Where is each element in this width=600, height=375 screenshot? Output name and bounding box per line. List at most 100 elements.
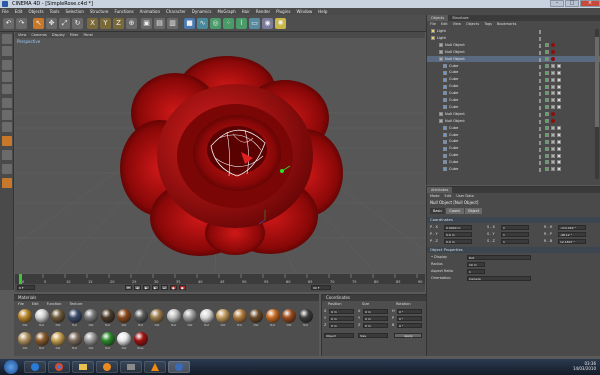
object-row[interactable]: Cube xyxy=(427,63,600,70)
object-row[interactable]: Cube xyxy=(427,83,600,90)
phong-tag-icon[interactable] xyxy=(551,91,555,96)
coordinate-system-icon[interactable]: ⊕ xyxy=(126,18,137,29)
rotate-icon[interactable]: ↻ xyxy=(72,18,83,29)
go-to-start-button[interactable]: ⏮ xyxy=(125,285,132,290)
object-row[interactable]: Null Object xyxy=(427,111,600,118)
enabled-check-icon[interactable] xyxy=(545,63,549,68)
array-icon[interactable]: ⁘ xyxy=(223,18,234,29)
polygons-tool-icon[interactable] xyxy=(2,122,12,132)
attribute-menu-user-data[interactable]: User Data xyxy=(456,194,473,198)
enabled-check-icon[interactable] xyxy=(545,160,549,165)
object-row[interactable]: Null Object xyxy=(427,55,600,63)
attr-coord-field[interactable]: 1 xyxy=(501,239,529,244)
material-tag-icon[interactable] xyxy=(551,119,555,124)
material-menu-file[interactable]: File xyxy=(18,302,24,306)
workplane-icon[interactable] xyxy=(2,164,12,174)
object-menu-view[interactable]: View xyxy=(453,22,461,26)
spline-pen-icon[interactable]: ∿ xyxy=(197,18,208,29)
taskbar-chrome-icon[interactable] xyxy=(48,361,70,373)
move-icon[interactable]: ✥ xyxy=(46,18,57,29)
attribute-menu-edit[interactable]: Edit xyxy=(445,194,452,198)
material-swatch[interactable] xyxy=(117,332,131,346)
subtab-object[interactable]: Object xyxy=(464,208,483,214)
menu-mograph[interactable]: MoGraph xyxy=(217,9,235,14)
texture-tag-icon[interactable] xyxy=(557,139,561,144)
phong-tag-icon[interactable] xyxy=(551,63,555,68)
material-swatch[interactable] xyxy=(67,309,82,323)
material-swatch[interactable] xyxy=(51,332,65,346)
object-row[interactable]: Cube xyxy=(427,145,600,152)
phong-tag-icon[interactable] xyxy=(551,167,555,172)
taskbar-vlc-icon[interactable] xyxy=(144,361,166,373)
object-menu-objects[interactable]: Objects xyxy=(466,22,479,26)
menu-dynamics[interactable]: Dynamics xyxy=(192,9,212,14)
object-row[interactable]: Cube xyxy=(427,125,600,132)
material-menu-function[interactable]: Function xyxy=(47,302,62,306)
enabled-check-icon[interactable] xyxy=(545,91,549,96)
object-row[interactable]: Cube xyxy=(427,76,600,83)
enabled-check-icon[interactable] xyxy=(545,70,549,75)
enabled-check-icon[interactable] xyxy=(545,43,549,48)
enabled-check-icon[interactable] xyxy=(545,125,549,130)
material-swatch[interactable] xyxy=(84,309,98,323)
attr-coord-field[interactable]: 0.0 m xyxy=(444,239,472,244)
viewport-menu-panel[interactable]: Panel xyxy=(83,33,92,37)
snap-icon[interactable] xyxy=(2,150,12,160)
phong-tag-icon[interactable] xyxy=(551,84,555,89)
enabled-check-icon[interactable] xyxy=(545,105,549,110)
attr-prop-field[interactable]: Dot xyxy=(467,255,531,260)
attr-coord-field[interactable]: 1 xyxy=(501,225,529,230)
material-tag-icon[interactable] xyxy=(551,50,555,55)
material-swatch[interactable] xyxy=(34,309,49,323)
phong-tag-icon[interactable] xyxy=(551,139,555,144)
enabled-check-icon[interactable] xyxy=(545,98,549,103)
deformer-icon[interactable]: ⌇ xyxy=(236,18,247,29)
subtab-basic[interactable]: Basic xyxy=(430,208,446,214)
enabled-check-icon[interactable] xyxy=(545,50,549,55)
texture-tag-icon[interactable] xyxy=(557,91,561,96)
enabled-check-icon[interactable] xyxy=(545,139,549,144)
material-swatch[interactable] xyxy=(216,309,230,323)
attr-coord-field[interactable]: 0.0000 m xyxy=(444,225,472,230)
object-row[interactable]: Cube xyxy=(427,69,600,76)
coord-value-field[interactable]: 0 ° xyxy=(397,316,422,321)
material-swatch[interactable] xyxy=(100,309,115,323)
coord-value-field[interactable]: 0 m xyxy=(363,323,388,328)
phong-tag-icon[interactable] xyxy=(551,77,555,82)
phong-tag-icon[interactable] xyxy=(551,98,555,103)
cube-primitive-icon[interactable]: ■ xyxy=(184,18,195,29)
edges-tool-icon[interactable] xyxy=(2,110,12,120)
attribute-menu-mode[interactable]: Mode xyxy=(430,194,440,198)
material-tag-icon[interactable] xyxy=(551,56,555,61)
material-swatch[interactable] xyxy=(183,309,197,323)
minimize-button[interactable]: – xyxy=(550,0,564,7)
render-picture-viewer-icon[interactable]: ▤ xyxy=(154,18,165,29)
coord-value-field[interactable]: 0 m xyxy=(329,309,354,314)
object-row[interactable]: Cube xyxy=(427,159,600,166)
close-button[interactable]: × xyxy=(580,0,600,7)
texture-tag-icon[interactable] xyxy=(557,70,561,75)
menu-character[interactable]: Character xyxy=(166,9,186,14)
viewport-perspective[interactable]: Perspective xyxy=(15,38,425,273)
taskbar-cinema4d-icon[interactable] xyxy=(168,361,190,373)
texture-tag-icon[interactable] xyxy=(557,84,561,89)
material-swatch[interactable] xyxy=(282,309,296,323)
viewport-menu-cameras[interactable]: Cameras xyxy=(31,33,47,37)
texture-tool-icon[interactable] xyxy=(2,72,12,82)
object-menu-bookmarks[interactable]: Bookmarks xyxy=(497,22,517,26)
tweak-tool-icon[interactable] xyxy=(2,136,12,146)
viewport-menu-display[interactable]: Display xyxy=(52,33,65,37)
y-axis-lock-icon[interactable]: Y xyxy=(100,18,111,29)
next-frame-button[interactable]: ▶ xyxy=(152,285,159,290)
object-row[interactable]: Cube xyxy=(427,97,600,104)
material-swatch[interactable] xyxy=(133,309,148,323)
taskbar-ie-icon[interactable] xyxy=(24,361,46,373)
points-tool-icon[interactable] xyxy=(2,98,12,108)
material-swatch[interactable] xyxy=(18,332,32,346)
object-row[interactable]: Null Object xyxy=(427,49,600,56)
phong-tag-icon[interactable] xyxy=(551,160,555,165)
material-swatch[interactable] xyxy=(18,309,32,323)
object-menu-tags[interactable]: Tags xyxy=(484,22,492,26)
material-tag-icon[interactable] xyxy=(551,43,555,48)
render-visibility-dot[interactable] xyxy=(539,170,541,173)
